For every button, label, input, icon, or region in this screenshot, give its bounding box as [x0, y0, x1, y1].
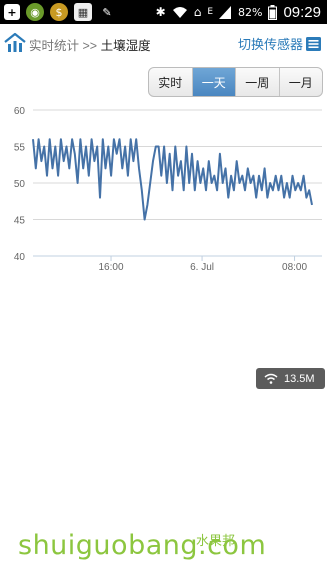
notification-icons: + ◉ $ ▦ ✎: [4, 3, 116, 21]
signal-icon: [219, 5, 231, 19]
breadcrumb-parent[interactable]: 实时统计: [29, 39, 79, 53]
series-line: [32, 138, 313, 221]
home-chart-icon[interactable]: [4, 32, 26, 54]
y-tick-label: 60: [14, 106, 26, 117]
switch-sensor-label: 切换传感器: [237, 37, 303, 52]
page-title: 土壤湿度: [100, 39, 151, 53]
list-icon: [306, 36, 321, 51]
status-bar: + ◉ $ ▦ ✎ ✱ ⌂ E 82% 09:29: [0, 0, 327, 24]
broom-icon: ✎: [102, 5, 112, 19]
wifi-icon: [172, 6, 187, 18]
breadcrumb-separator: >>: [82, 39, 98, 53]
humidity-chart: 60 55 50 45 40 16:00 6. Jul 08:00: [14, 106, 322, 273]
network-speed: 13.5M: [284, 372, 315, 385]
battery-percent: 82%: [238, 5, 263, 19]
x-tick-label: 08:00: [282, 262, 307, 273]
tab-day[interactable]: 一天: [191, 68, 235, 96]
bluetooth-icon: ✱: [155, 5, 166, 19]
y-tick-label: 40: [14, 252, 26, 263]
network-speed-badge: 13.5M: [256, 368, 325, 389]
y-tick-label: 55: [14, 143, 26, 154]
calendar-icon: ▦: [74, 3, 92, 21]
y-tick-label: 50: [14, 179, 26, 190]
watermark-cn: 水果邦: [196, 534, 236, 549]
battery-icon: [268, 4, 278, 20]
wifi-icon: [264, 373, 278, 384]
network-type: E: [207, 7, 213, 17]
tab-month[interactable]: 一月: [278, 68, 323, 96]
breadcrumb: 实时统计 >> 土壤湿度: [29, 35, 151, 54]
time-range-tabs: 实时 一天 一周 一月: [148, 67, 323, 97]
tab-realtime[interactable]: 实时: [149, 68, 192, 96]
y-tick-label: 45: [14, 216, 26, 227]
clock: 09:29: [283, 3, 321, 21]
home-icon: ⌂: [193, 5, 202, 19]
app-icon: ◉: [26, 3, 44, 21]
x-tick-label: 16:00: [99, 262, 124, 273]
x-tick-label: 6. Jul: [190, 262, 214, 273]
switch-sensor-button[interactable]: 切换传感器: [238, 34, 321, 53]
tab-week[interactable]: 一周: [235, 68, 279, 96]
title-bar: 实时统计 >> 土壤湿度 切换传感器: [0, 26, 327, 60]
status-indicators: ✱ ⌂ E 82% 09:29: [156, 0, 321, 24]
app-icon: $: [50, 3, 68, 21]
plus-icon: +: [4, 4, 20, 20]
